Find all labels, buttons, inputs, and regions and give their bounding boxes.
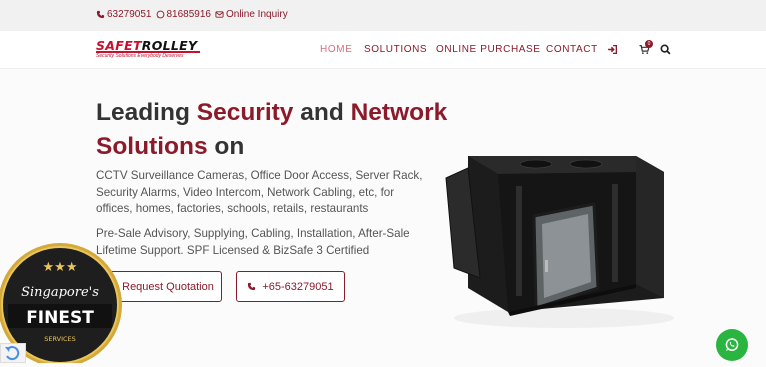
svg-text:★★★: ★★★ (43, 260, 78, 275)
server-rack-image (445, 156, 674, 328)
whatsapp-icon (156, 10, 164, 19)
hero-title: Leading Security and Network Solutions o… (96, 99, 448, 160)
whatsapp-number: 81685916 (166, 9, 212, 20)
phone-contact[interactable]: 63279051 (96, 9, 152, 20)
online-inquiry-link[interactable]: Online Inquiry (215, 9, 288, 20)
cart-count-badge: 0 (645, 40, 653, 48)
search-icon[interactable] (660, 44, 671, 55)
badge-line1: Singapore's (21, 285, 99, 300)
contact-info: 63279051 81685916 Online Inquiry (96, 9, 288, 20)
online-inquiry-label: Online Inquiry (226, 9, 288, 20)
nav-solutions[interactable]: SOLUTIONS (364, 44, 427, 55)
badge-line3: SERVICES (44, 335, 76, 343)
whatsapp-chat-button[interactable] (716, 329, 748, 361)
hero-services: Pre-Sale Advisory, Supplying, Cabling, I… (96, 227, 410, 257)
whatsapp-icon (725, 338, 739, 351)
hero-description: CCTV Surveillance Cameras, Office Door A… (96, 169, 423, 215)
logo-swoosh (96, 51, 200, 53)
top-contact-bar: 63279051 81685916 Online Inquiry (0, 0, 766, 31)
login-icon[interactable] (607, 44, 618, 55)
recaptcha-icon (5, 346, 20, 361)
safetrolley-logo[interactable]: SAFETROLLEY Security Solutions Everybody… (96, 39, 200, 62)
badge-line2: FINEST (26, 308, 94, 328)
recaptcha-badge[interactable] (0, 343, 26, 363)
main-navbar: SAFETROLLEY Security Solutions Everybody… (0, 31, 766, 69)
call-button-label: +65-63279051 (262, 280, 334, 293)
phone-icon (248, 282, 256, 291)
envelope-icon (215, 11, 224, 18)
call-button[interactable]: +65-63279051 (236, 271, 345, 302)
phone-icon (96, 10, 105, 19)
nav-contact[interactable]: CONTACT (546, 44, 598, 55)
phone-number: 63279051 (107, 9, 152, 20)
request-quotation-label: Request Quotation (122, 280, 214, 293)
nav-home[interactable]: HOME (320, 44, 352, 55)
nav-online-purchase[interactable]: ONLINE PURCHASE (436, 44, 541, 55)
logo-tagline: Security Solutions Everybody Deserves (96, 53, 184, 59)
whatsapp-contact[interactable]: 81685916 (156, 9, 212, 20)
